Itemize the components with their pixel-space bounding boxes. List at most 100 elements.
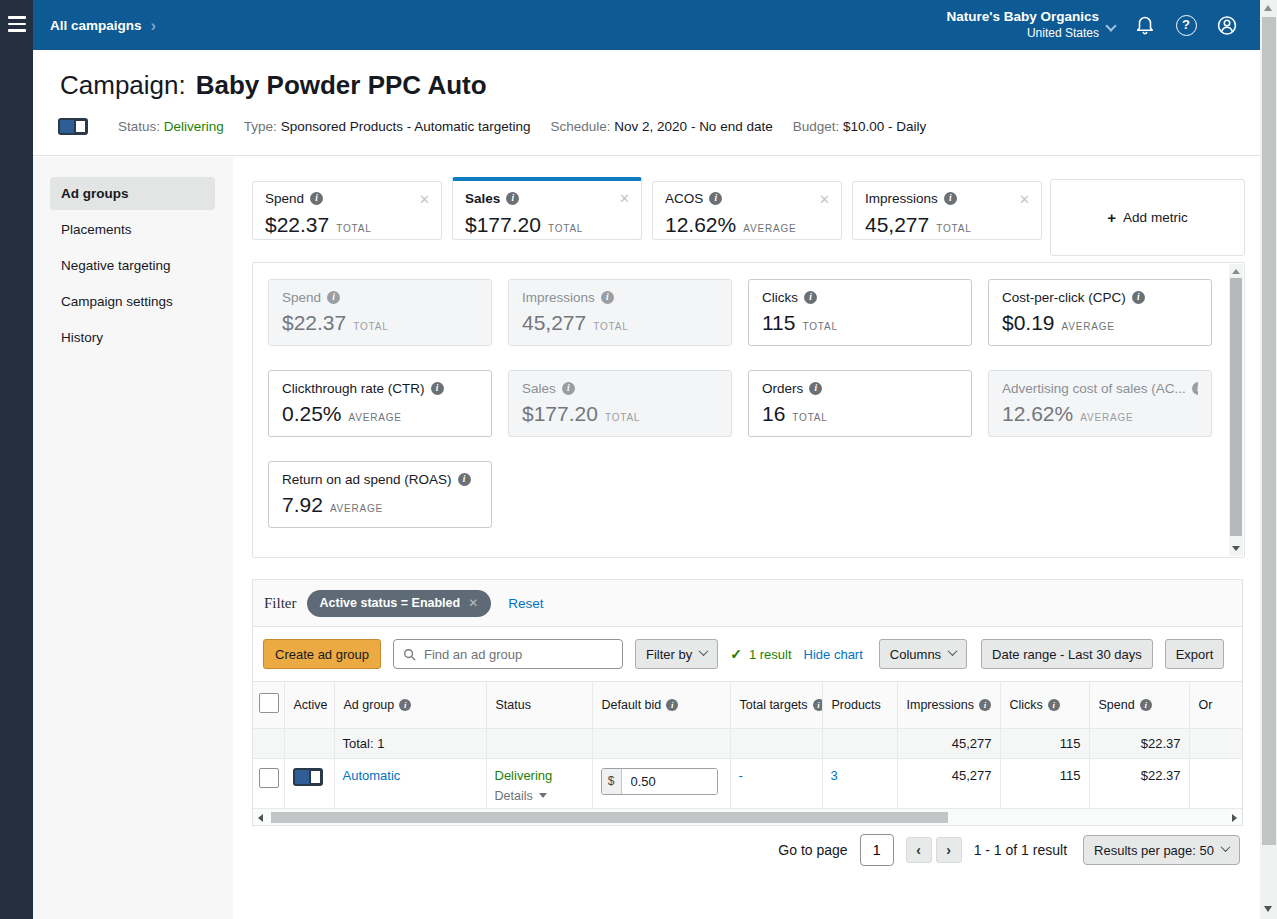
metric-tile-value: $177.20: [522, 402, 598, 426]
details-dropdown[interactable]: Details: [495, 789, 584, 803]
info-icon[interactable]: i: [944, 192, 957, 205]
date-range-button[interactable]: Date range - Last 30 days: [981, 639, 1153, 669]
metric-card-sales[interactable]: Salesi✕$177.20TOTAL: [452, 177, 642, 240]
info-icon[interactable]: i: [666, 699, 678, 711]
horizontal-scrollbar-thumb[interactable]: [271, 812, 948, 823]
products-link[interactable]: 3: [831, 768, 838, 783]
column-header-active[interactable]: Active: [284, 682, 334, 728]
info-icon[interactable]: i: [327, 291, 340, 304]
scroll-up-arrow-icon[interactable]: [1232, 269, 1240, 274]
next-page-button[interactable]: ›: [936, 837, 962, 863]
row-checkbox[interactable]: [259, 768, 279, 788]
table-horizontal-scrollbar[interactable]: [253, 808, 1242, 825]
total-targets-link[interactable]: -: [739, 768, 743, 783]
results-per-page-dropdown[interactable]: Results per page: 50: [1083, 835, 1240, 865]
info-icon[interactable]: i: [506, 192, 519, 205]
page-scrollbar-thumb[interactable]: [1262, 17, 1276, 845]
filter-by-dropdown[interactable]: Filter by: [635, 639, 718, 669]
bid-value-input[interactable]: [622, 769, 717, 794]
metric-card-qualifier: TOTAL: [336, 223, 371, 234]
metrics-panel-scrollbar[interactable]: [1229, 264, 1243, 556]
scroll-down-arrow-icon[interactable]: [1264, 906, 1272, 912]
default-bid-input[interactable]: $: [601, 768, 718, 795]
search-ad-group-input[interactable]: [393, 639, 623, 669]
ad-group-link[interactable]: Automatic: [343, 768, 401, 783]
sidebar-nav: Ad groupsPlacementsNegative targetingCam…: [33, 157, 233, 919]
metric-tile-impressions[interactable]: Impressionsi45,277TOTAL: [508, 279, 732, 346]
info-icon[interactable]: i: [804, 291, 817, 304]
panel-scrollbar-thumb[interactable]: [1230, 278, 1242, 536]
info-icon[interactable]: i: [813, 699, 822, 711]
info-icon[interactable]: i: [458, 473, 471, 486]
page-number-input[interactable]: [860, 834, 894, 866]
info-icon[interactable]: i: [310, 192, 323, 205]
info-icon[interactable]: i: [399, 699, 411, 711]
metric-tile-sales[interactable]: Salesi$177.20TOTAL: [508, 370, 732, 437]
sidebar-item-negative-targeting[interactable]: Negative targeting: [50, 249, 215, 282]
column-header-clicks[interactable]: Clicksi: [1000, 682, 1089, 728]
row-active-toggle[interactable]: [293, 768, 323, 786]
close-icon[interactable]: ✕: [619, 191, 630, 206]
sidebar-item-ad-groups[interactable]: Ad groups: [50, 177, 215, 210]
info-icon[interactable]: i: [809, 382, 822, 395]
info-icon[interactable]: i: [562, 382, 575, 395]
metric-card-spend[interactable]: Spendi✕$22.37TOTAL: [252, 181, 442, 240]
breadcrumb-all-campaigns-link[interactable]: All campaigns: [50, 18, 142, 33]
info-icon[interactable]: i: [1192, 382, 1198, 395]
column-header-total-targets[interactable]: Total targetsi: [730, 682, 822, 728]
column-header-spend[interactable]: Spendi: [1089, 682, 1189, 728]
scroll-left-arrow-icon[interactable]: [258, 814, 263, 822]
column-header-ad-group[interactable]: Ad groupi: [334, 682, 486, 728]
status-label: Status:: [118, 119, 160, 134]
filter-chip[interactable]: Active status = Enabled✕: [307, 590, 492, 617]
scroll-right-arrow-icon[interactable]: [1232, 814, 1237, 822]
help-icon[interactable]: ?: [1175, 14, 1197, 36]
page-scrollbar[interactable]: [1260, 0, 1277, 919]
column-header-impressions[interactable]: Impressionsi: [897, 682, 1000, 728]
account-chevron-down-icon[interactable]: [1105, 20, 1116, 31]
metric-tile-cost-per-click-cpc[interactable]: Cost-per-click (CPC)i$0.19AVERAGE: [988, 279, 1212, 346]
scroll-down-arrow-icon[interactable]: [1232, 546, 1240, 551]
metric-tile-clickthrough-rate-ctr[interactable]: Clickthrough rate (CTR)i0.25%AVERAGE: [268, 370, 492, 437]
reset-filters-link[interactable]: Reset: [508, 596, 543, 611]
close-icon[interactable]: ✕: [819, 192, 830, 207]
export-button[interactable]: Export: [1165, 639, 1225, 669]
columns-dropdown[interactable]: Columns: [879, 639, 967, 669]
metric-card-impressions[interactable]: Impressionsi✕45,277TOTAL: [852, 181, 1042, 240]
account-switcher[interactable]: Nature's Baby Organics United States: [946, 9, 1099, 41]
info-icon[interactable]: i: [709, 192, 722, 205]
column-header-status[interactable]: Status: [486, 682, 592, 728]
info-icon[interactable]: i: [1140, 699, 1152, 711]
info-icon[interactable]: i: [431, 382, 444, 395]
info-icon[interactable]: i: [1132, 291, 1145, 304]
column-header-products[interactable]: Products: [822, 682, 897, 728]
metric-tile-clicks[interactable]: Clicksi115TOTAL: [748, 279, 972, 346]
account-profile-icon[interactable]: [1216, 14, 1238, 36]
info-icon[interactable]: i: [979, 699, 991, 711]
metric-tile-spend[interactable]: Spendi$22.37TOTAL: [268, 279, 492, 346]
info-icon[interactable]: i: [1048, 699, 1060, 711]
close-icon[interactable]: ✕: [419, 192, 430, 207]
previous-page-button[interactable]: ‹: [906, 837, 932, 863]
column-header-or[interactable]: Or: [1189, 682, 1242, 728]
sidebar-item-placements[interactable]: Placements: [50, 213, 215, 246]
notifications-bell-icon[interactable]: [1134, 14, 1156, 36]
hamburger-menu-icon[interactable]: [8, 16, 26, 33]
metric-tile-advertising-cost-of-sales-ac[interactable]: Advertising cost of sales (AC...i12.62%A…: [988, 370, 1212, 437]
close-icon[interactable]: ✕: [1019, 192, 1030, 207]
info-icon[interactable]: i: [601, 291, 614, 304]
create-ad-group-button[interactable]: Create ad group: [263, 639, 381, 669]
campaign-active-toggle[interactable]: [58, 118, 88, 135]
select-all-checkbox[interactable]: [259, 693, 279, 713]
add-metric-button[interactable]: +Add metric: [1050, 179, 1245, 256]
metric-tile-return-on-ad-spend-roas[interactable]: Return on ad spend (ROAS)i7.92AVERAGE: [268, 461, 492, 528]
hide-chart-link[interactable]: Hide chart: [804, 647, 863, 662]
sidebar-item-history[interactable]: History: [50, 321, 215, 354]
scroll-up-arrow-icon[interactable]: [1264, 5, 1272, 11]
sidebar-item-campaign-settings[interactable]: Campaign settings: [50, 285, 215, 318]
metric-tile-orders[interactable]: Ordersi16TOTAL: [748, 370, 972, 437]
metric-card-acos[interactable]: ACOSi✕12.62%AVERAGE: [652, 181, 842, 240]
column-header-default-bid[interactable]: Default bidi: [592, 682, 730, 728]
search-input[interactable]: [424, 647, 602, 662]
remove-filter-icon[interactable]: ✕: [468, 596, 478, 610]
